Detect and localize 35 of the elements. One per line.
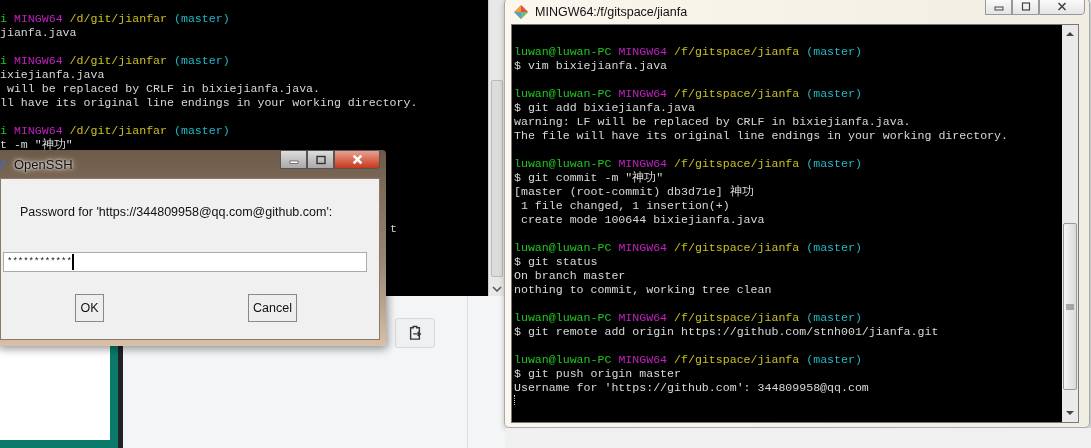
- output-line: $ git status: [514, 255, 598, 269]
- output-line: nothing to commit, working tree clean: [514, 283, 772, 297]
- window-title: OpenSSH: [14, 156, 73, 172]
- window-title: MINGW64:/f/gitspace/jianfa: [535, 5, 688, 19]
- output-line: t -m "神功": [0, 138, 73, 152]
- ok-button[interactable]: OK: [75, 294, 104, 322]
- prompt-line: i MINGW64 /d/git/jianfar (master): [0, 124, 230, 138]
- prompt-line: luwan@luwan-PC MINGW64 /f/gitspace/jianfa (master): [514, 87, 862, 101]
- prompt-line: luwan@luwan-PC MINGW64 /f/gitspace/jianfa (master): [514, 353, 862, 367]
- prompt-line: luwan@luwan-PC MINGW64 /f/gitspace/jianfa (master): [514, 241, 862, 255]
- output-line: warning: LF will be replaced by CRLF in bixiejianfa.java.: [514, 115, 911, 129]
- prompt-line: luwan@luwan-PC MINGW64 /f/gitspace/jianfa (master): [514, 45, 862, 59]
- output-line: The file will have its original line endings in your working directory.: [514, 129, 1008, 143]
- cancel-button[interactable]: Cancel: [248, 294, 297, 322]
- output-line: ll have its original line endings in your working directory.: [0, 96, 418, 110]
- output-line: $ git push origin master: [514, 367, 681, 381]
- output-line: $ git remote add origin https://github.com/stnh001/jianfa.git: [514, 325, 939, 339]
- password-prompt: Password for 'https://344809958@qq.com@github.com':: [20, 205, 333, 219]
- prompt-line: luwan@luwan-PC MINGW64 /f/gitspace/jianfa (master): [514, 157, 862, 171]
- output-line: $ git add bixiejianfa.java: [514, 101, 695, 115]
- prompt-line: i MINGW64 /d/git/jianfar (master): [0, 54, 230, 68]
- output-line: On branch master: [514, 269, 626, 283]
- output-line: Username for 'https://github.com': 344809958@qq.com: [514, 381, 869, 395]
- prompt-line: luwan@luwan-PC MINGW64 /f/gitspace/jianfa (master): [514, 311, 862, 325]
- output-line: [master (root-commit) db3d71e] 神功: [514, 185, 754, 199]
- output-line: create mode 100644 bixiejianfa.java: [519, 213, 765, 227]
- output-line: will be replaced by CRLF in bixiejianfa.java.: [5, 82, 321, 96]
- prompt-line: i MINGW64 /d/git/jianfar (master): [0, 12, 230, 26]
- output-line: t: [390, 222, 397, 235]
- output-line: $ git commit -m "神功": [514, 171, 664, 185]
- output-line: ixiejianfa.java: [0, 68, 105, 82]
- output-line: 1 file changed, 1 insertion(+): [519, 199, 730, 213]
- password-field[interactable]: ************: [3, 252, 367, 272]
- output-line: $ vim bixiejianfa.java: [514, 59, 668, 73]
- output-line: jianfa.java: [0, 26, 77, 40]
